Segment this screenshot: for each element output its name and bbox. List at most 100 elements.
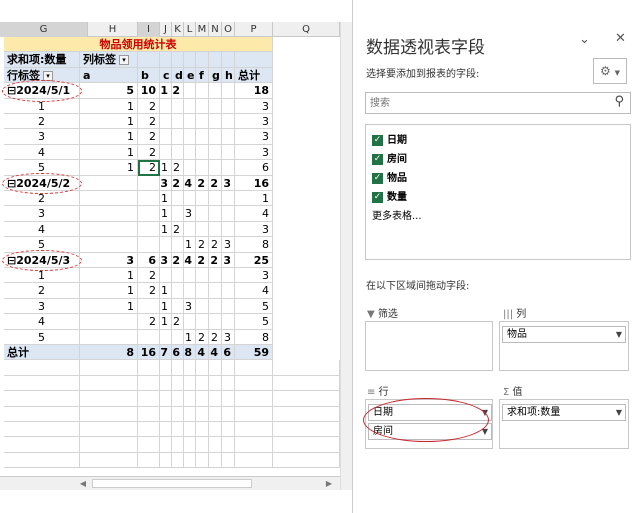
empty-cell[interactable] bbox=[80, 360, 138, 376]
value-cell[interactable] bbox=[222, 83, 235, 99]
empty-cell[interactable] bbox=[4, 452, 80, 469]
empty-cell[interactable] bbox=[80, 406, 138, 422]
empty-cell[interactable] bbox=[222, 452, 235, 469]
value-cell[interactable]: 2 bbox=[138, 283, 160, 299]
value-cell[interactable]: 2 bbox=[196, 329, 209, 345]
value-cell[interactable]: 1 bbox=[160, 283, 172, 299]
room-label[interactable]: 5 bbox=[4, 329, 80, 345]
grand-total-label[interactable]: 总计 bbox=[4, 345, 80, 361]
column-item-3[interactable]: d bbox=[172, 67, 184, 84]
empty-cell[interactable] bbox=[138, 375, 160, 392]
value-cell[interactable] bbox=[209, 98, 222, 114]
value-cell[interactable] bbox=[209, 129, 222, 145]
column-field-chip[interactable]: 物品 ▼ bbox=[502, 326, 626, 343]
value-cell[interactable] bbox=[209, 314, 222, 330]
value-cell[interactable] bbox=[172, 329, 184, 345]
value-cell[interactable] bbox=[184, 221, 196, 238]
column-labels-header[interactable]: 列标签 ▾ bbox=[80, 52, 138, 68]
value-cell[interactable]: 4 bbox=[184, 252, 196, 268]
value-cell[interactable] bbox=[138, 206, 160, 222]
room-label[interactable]: 4 bbox=[4, 144, 80, 161]
scroll-thumb[interactable] bbox=[92, 479, 252, 488]
field-search-box[interactable]: ⚲ bbox=[365, 92, 631, 114]
value-cell[interactable] bbox=[209, 206, 222, 222]
value-cell[interactable]: 3 bbox=[235, 221, 273, 238]
empty-cell[interactable] bbox=[222, 422, 235, 438]
empty-cell[interactable] bbox=[138, 422, 160, 438]
value-cell[interactable] bbox=[184, 191, 196, 207]
empty-cell[interactable] bbox=[222, 437, 235, 453]
value-cell[interactable]: 1 bbox=[160, 160, 172, 176]
value-cell[interactable] bbox=[196, 98, 209, 114]
column-item-6[interactable]: g bbox=[209, 67, 222, 84]
value-cell[interactable] bbox=[80, 191, 138, 207]
empty-cell[interactable] bbox=[196, 452, 209, 469]
empty-cell[interactable] bbox=[160, 437, 172, 453]
empty-cell[interactable] bbox=[222, 391, 235, 407]
value-cell[interactable]: 5 bbox=[235, 314, 273, 330]
value-cell[interactable]: 1 bbox=[235, 191, 273, 207]
room-label[interactable]: 4 bbox=[4, 314, 80, 330]
columns-drop-area[interactable]: 物品 ▼ bbox=[499, 321, 629, 371]
empty-cell[interactable] bbox=[273, 422, 340, 438]
value-cell[interactable] bbox=[184, 144, 196, 161]
pivot-title[interactable]: 物品领用统计表 bbox=[4, 37, 273, 53]
value-cell[interactable]: 2 bbox=[172, 175, 184, 191]
checkbox-checked-icon[interactable]: ✓ bbox=[372, 153, 383, 165]
column-header-i[interactable]: I bbox=[138, 22, 160, 37]
value-cell[interactable] bbox=[196, 129, 209, 145]
value-cell[interactable] bbox=[138, 191, 160, 207]
value-cell[interactable] bbox=[160, 144, 172, 161]
value-cell[interactable] bbox=[80, 329, 138, 345]
value-cell[interactable]: 2 bbox=[196, 237, 209, 253]
value-cell[interactable]: 1 bbox=[160, 191, 172, 207]
empty-cell[interactable] bbox=[138, 391, 160, 407]
empty-cell[interactable] bbox=[184, 406, 196, 422]
empty-cell[interactable] bbox=[172, 452, 184, 469]
grand-total-value[interactable]: 4 bbox=[196, 345, 209, 361]
empty-cell[interactable] bbox=[138, 360, 160, 376]
value-cell[interactable]: 3 bbox=[235, 129, 273, 145]
value-cell[interactable] bbox=[80, 221, 138, 238]
column-header-j[interactable]: J bbox=[160, 22, 172, 37]
column-item-7[interactable]: h bbox=[222, 67, 235, 84]
value-cell[interactable]: 1 bbox=[80, 129, 138, 145]
scroll-left-icon[interactable]: ◀ bbox=[76, 477, 90, 490]
empty-cell[interactable] bbox=[160, 406, 172, 422]
filter-dropdown-icon[interactable]: ▾ bbox=[119, 55, 129, 66]
value-cell[interactable] bbox=[184, 268, 196, 284]
value-cell[interactable] bbox=[172, 283, 184, 299]
grand-total-value[interactable]: 16 bbox=[138, 345, 160, 361]
value-cell[interactable] bbox=[209, 83, 222, 99]
value-cell[interactable] bbox=[184, 314, 196, 330]
empty-cell[interactable] bbox=[160, 452, 172, 469]
value-cell[interactable]: 3 bbox=[235, 114, 273, 130]
value-cell[interactable]: 1 bbox=[160, 314, 172, 330]
value-cell[interactable] bbox=[222, 283, 235, 299]
grand-total-value[interactable]: 7 bbox=[160, 345, 172, 361]
empty-cell[interactable] bbox=[196, 360, 209, 376]
empty-cell[interactable] bbox=[172, 375, 184, 392]
empty-cell[interactable] bbox=[80, 452, 138, 469]
empty-cell[interactable] bbox=[160, 422, 172, 438]
values-drop-area[interactable]: 求和项:数量 ▼ bbox=[499, 399, 629, 449]
value-cell[interactable] bbox=[184, 98, 196, 114]
value-cell[interactable] bbox=[222, 144, 235, 161]
value-cell[interactable] bbox=[160, 114, 172, 130]
empty-cell[interactable] bbox=[209, 452, 222, 469]
value-cell[interactable]: 2 bbox=[138, 314, 160, 330]
empty-cell[interactable] bbox=[160, 360, 172, 376]
value-cell[interactable] bbox=[222, 206, 235, 222]
value-cell[interactable] bbox=[222, 268, 235, 284]
value-cell[interactable]: 2 bbox=[138, 114, 160, 130]
empty-cell[interactable] bbox=[209, 437, 222, 453]
value-cell[interactable] bbox=[209, 144, 222, 161]
room-label[interactable]: 4 bbox=[4, 221, 80, 238]
value-cell[interactable] bbox=[209, 283, 222, 299]
value-cell[interactable] bbox=[138, 298, 160, 315]
empty-cell[interactable] bbox=[196, 437, 209, 453]
value-cell[interactable]: 1 bbox=[80, 268, 138, 284]
value-cell[interactable]: 3 bbox=[222, 252, 235, 268]
value-cell[interactable]: 6 bbox=[138, 252, 160, 268]
value-cell[interactable]: 1 bbox=[184, 329, 196, 345]
